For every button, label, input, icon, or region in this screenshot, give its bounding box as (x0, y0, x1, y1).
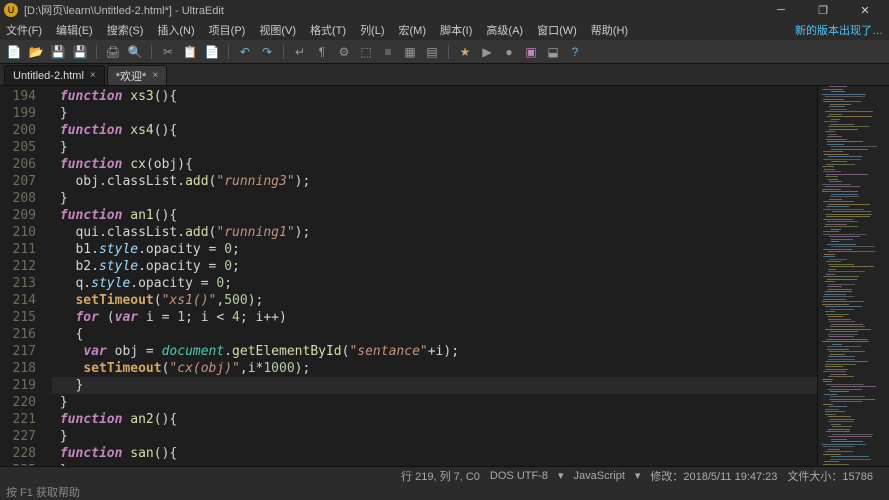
tab-label: Untitled-2.html (13, 70, 84, 82)
tab-file[interactable]: Untitled-2.html × (4, 65, 105, 85)
cut-icon[interactable]: ✂ (160, 44, 176, 60)
tab-label: *欢迎* (116, 68, 147, 84)
open-file-icon[interactable]: 📂 (28, 44, 44, 60)
tool-icon[interactable]: ≡ (380, 44, 396, 60)
tool-icon[interactable]: ⬓ (545, 44, 561, 60)
print-preview-icon[interactable]: 🔍 (127, 44, 143, 60)
menu-search[interactable]: 搜索(S) (107, 22, 144, 38)
show-spaces-icon[interactable]: ¶ (314, 44, 330, 60)
toolbar-sep (96, 45, 97, 59)
new-file-icon[interactable]: 📄 (6, 44, 22, 60)
tool-icon[interactable]: ▦ (402, 44, 418, 60)
code-editor[interactable]: function xs3(){ } function xs4(){ } func… (42, 86, 817, 466)
tab-close-icon[interactable]: × (90, 70, 96, 81)
menu-script[interactable]: 脚本(I) (440, 22, 472, 38)
help-icon[interactable]: ? (567, 44, 583, 60)
help-bar: 按 F1 获取帮助 (0, 484, 889, 500)
menu-edit[interactable]: 编辑(E) (56, 22, 93, 38)
tool-icon[interactable]: ★ (457, 44, 473, 60)
tab-close-icon[interactable]: × (152, 70, 158, 81)
window-title: [D:\网页\learn\Untitled-2.html*] - UltraEd… (24, 2, 761, 18)
line-gutter: 1941992002052062072082092102112122132142… (0, 86, 42, 466)
menu-window[interactable]: 窗口(W) (537, 22, 577, 38)
toggle-ww-icon[interactable]: ↵ (292, 44, 308, 60)
save-all-icon[interactable]: 💾 (72, 44, 88, 60)
window-controls: ─ ❐ ✕ (761, 1, 885, 19)
tab-welcome[interactable]: *欢迎* × (107, 65, 167, 85)
menu-column[interactable]: 列(L) (360, 22, 384, 38)
tab-bar: Untitled-2.html × *欢迎* × (0, 64, 889, 86)
tool-icon[interactable]: ● (501, 44, 517, 60)
menu-project[interactable]: 项目(P) (209, 22, 246, 38)
toolbar-sep (448, 45, 449, 59)
toolbar: 📄 📂 💾 💾 🖨 🔍 ✂ 📋 📄 ↶ ↷ ↵ ¶ ⚙ ⬚ ≡ ▦ ▤ ★ ▶ … (0, 40, 889, 64)
update-notice[interactable]: 新的版本出现了… (795, 22, 883, 38)
menu-help[interactable]: 帮助(H) (591, 22, 628, 38)
menu-view[interactable]: 视图(V) (259, 22, 296, 38)
editor-area: 1941992002052062072082092102112122132142… (0, 86, 889, 466)
status-position: 行 219, 列 7, C0 (401, 468, 480, 484)
tool-icon[interactable]: ⬚ (358, 44, 374, 60)
menu-macro[interactable]: 宏(M) (399, 22, 427, 38)
undo-icon[interactable]: ↶ (237, 44, 253, 60)
menu-file[interactable]: 文件(F) (6, 22, 42, 38)
menu-bar: 文件(F) 编辑(E) 搜索(S) 插入(N) 项目(P) 视图(V) 格式(T… (0, 20, 889, 40)
paste-icon[interactable]: 📄 (204, 44, 220, 60)
toolbar-sep (228, 45, 229, 59)
status-encoding: DOS UTF-8 (490, 470, 548, 482)
help-text: 按 F1 获取帮助 (6, 484, 80, 500)
toolbar-sep (151, 45, 152, 59)
tool-icon[interactable]: ▣ (523, 44, 539, 60)
status-language: JavaScript (574, 470, 625, 482)
app-icon: U (4, 3, 18, 17)
status-bar: 行 219, 列 7, C0 DOS UTF-8 ▾ JavaScript ▾ … (0, 466, 889, 484)
tool-icon[interactable]: ▶ (479, 44, 495, 60)
tool-icon[interactable]: ▤ (424, 44, 440, 60)
print-icon[interactable]: 🖨 (105, 44, 121, 60)
title-bar: U [D:\网页\learn\Untitled-2.html*] - Ultra… (0, 0, 889, 20)
menu-format[interactable]: 格式(T) (310, 22, 346, 38)
close-button[interactable]: ✕ (845, 1, 885, 19)
maximize-button[interactable]: ❐ (803, 1, 843, 19)
minimap[interactable] (817, 86, 889, 466)
status-modified: 修改：2018/5/11 19:47:23 (650, 468, 777, 484)
menu-advanced[interactable]: 高级(A) (486, 22, 523, 38)
toolbar-sep (283, 45, 284, 59)
save-icon[interactable]: 💾 (50, 44, 66, 60)
redo-icon[interactable]: ↷ (259, 44, 275, 60)
status-filesize: 文件大小：15786 (787, 468, 873, 484)
tool-icon[interactable]: ⚙ (336, 44, 352, 60)
menu-insert[interactable]: 插入(N) (157, 22, 194, 38)
copy-icon[interactable]: 📋 (182, 44, 198, 60)
minimize-button[interactable]: ─ (761, 1, 801, 19)
